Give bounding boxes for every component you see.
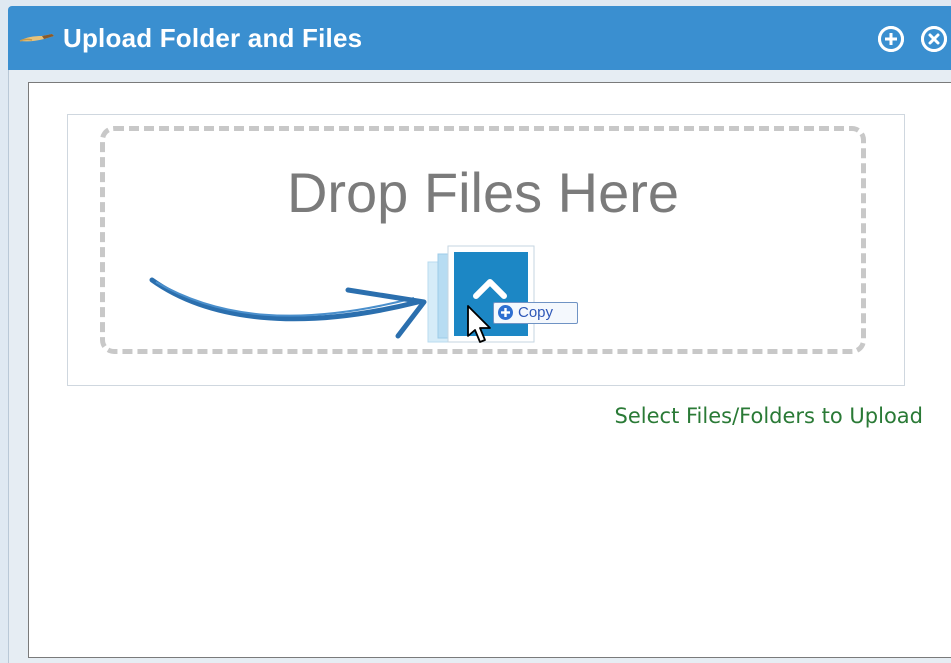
upload-file-stack-icon	[424, 244, 584, 354]
copy-tooltip: Copy	[493, 302, 578, 324]
copy-tooltip-label: Copy	[518, 304, 554, 321]
close-icon[interactable]	[921, 26, 947, 52]
brush-icon	[18, 30, 56, 46]
select-files-link[interactable]: Select Files/Folders to Upload	[615, 404, 923, 428]
arrow-icon	[148, 270, 448, 350]
title-bar[interactable]: Upload Folder and Files	[8, 6, 951, 70]
dialog-title: Upload Folder and Files	[63, 23, 363, 53]
mouse-pointer-icon	[466, 304, 494, 346]
drop-zone-title: Drop Files Here	[286, 161, 680, 224]
restore-icon[interactable]	[878, 26, 904, 52]
upload-dialog: Upload Folder and Files Drop Files Here	[0, 0, 951, 663]
plus-icon	[498, 305, 513, 320]
